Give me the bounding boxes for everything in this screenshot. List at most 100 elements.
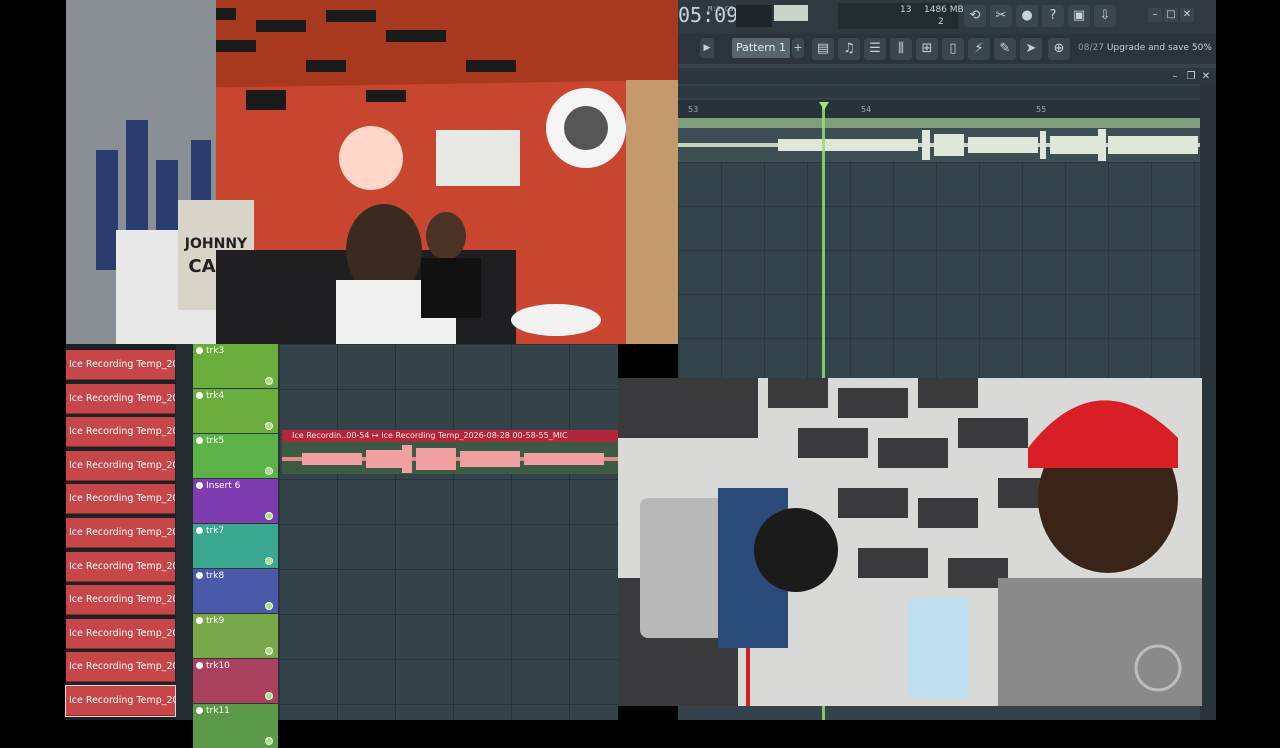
channel-button[interactable]: Ice Recording Temp_202... xyxy=(65,685,176,717)
track-name: trk8 xyxy=(196,571,224,581)
browser-icon[interactable]: ⊞ xyxy=(916,38,938,60)
track-header[interactable]: trk5 xyxy=(193,434,278,478)
track-label: trk9 xyxy=(206,616,225,626)
bar-number: 55 xyxy=(1036,105,1047,114)
track-header[interactable]: trk9 xyxy=(193,614,278,658)
playlist-minimize-icon[interactable]: – xyxy=(1168,70,1182,84)
playlist-close-icon[interactable]: ✕ xyxy=(1199,70,1213,84)
track-enable-icon[interactable] xyxy=(196,437,203,444)
track-name: trk3 xyxy=(196,346,224,356)
track-label: trk4 xyxy=(206,391,225,401)
pattern-selector[interactable]: Pattern 1 xyxy=(732,38,790,58)
track-led-icon[interactable] xyxy=(265,602,273,610)
playlist-icon[interactable]: ▤ xyxy=(812,38,834,60)
track-led-icon[interactable] xyxy=(265,377,273,385)
brush-icon[interactable]: ✎ xyxy=(994,38,1016,60)
mixer-icon[interactable]: ⫼ xyxy=(890,38,912,60)
track-header[interactable]: trk4 xyxy=(193,389,278,433)
track-label: trk7 xyxy=(206,526,225,536)
save-icon[interactable]: ▣ xyxy=(1068,5,1090,27)
bar-number: 54 xyxy=(861,105,872,114)
playlist-grid[interactable] xyxy=(678,162,1200,378)
playlist-waveform xyxy=(678,129,1200,161)
channel-button[interactable]: Ice Recording Temp_202... xyxy=(66,484,175,515)
channel-button[interactable]: Ice Recording Temp_202... xyxy=(66,450,175,481)
arrow-icon[interactable]: ➤ xyxy=(1020,38,1042,60)
panel-divider xyxy=(176,344,193,720)
track-led-icon[interactable] xyxy=(265,692,273,700)
channel-button[interactable]: Ice Recording Temp_202... xyxy=(66,618,175,649)
track-label: trk10 xyxy=(206,661,230,671)
channel-button[interactable]: Ice Recording Temp_202... xyxy=(66,518,175,548)
vocal-booth-scene-image xyxy=(618,378,1202,706)
playlist-restore-icon[interactable]: ❐ xyxy=(1184,70,1198,84)
studio-scene-image: JOHNNY CASH xyxy=(66,0,678,344)
hint-date: 08/27 xyxy=(1078,43,1104,53)
channel-button[interactable]: Ice Recording Temp_202... xyxy=(66,417,175,448)
help-icon[interactable]: ? xyxy=(1042,5,1064,27)
track-enable-icon[interactable] xyxy=(196,572,203,579)
channel-button[interactable]: Ice Recording Temp_202... xyxy=(66,551,175,582)
undo-icon[interactable]: ⟲ xyxy=(964,5,986,27)
track-label: trk11 xyxy=(206,706,230,716)
track-name: Insert 6 xyxy=(196,481,240,491)
track-name: trk11 xyxy=(196,706,230,716)
playlist-timeline[interactable] xyxy=(678,100,1200,118)
memory-usage: 1486 MB xyxy=(924,5,964,15)
cart-icon[interactable]: ⊕ xyxy=(1048,38,1070,60)
track-header[interactable]: Insert 6 xyxy=(193,479,278,523)
track-header[interactable]: trk11 xyxy=(193,704,278,748)
track-led-icon[interactable] xyxy=(265,422,273,430)
cut-icon[interactable]: ✂ xyxy=(990,5,1012,27)
upgrade-hint[interactable]: 08/27 Upgrade and save 50% xyxy=(1078,43,1212,53)
render-icon[interactable]: ⇩ xyxy=(1094,5,1116,27)
track-led-icon[interactable] xyxy=(265,557,273,565)
cpu-meter: 13 1486 MB 2 xyxy=(838,3,964,29)
minimize-icon[interactable]: – xyxy=(1148,8,1162,22)
song-position-clock[interactable]: 05:09 M:S:CS xyxy=(678,3,738,27)
track-label: trk5 xyxy=(206,436,225,446)
channel-button[interactable]: Ice Recording Temp_202... xyxy=(66,652,175,683)
audio-clip-label[interactable]: Ice Recordin..00-54 ↦ Ice Recording Temp… xyxy=(282,430,618,442)
track-enable-icon[interactable] xyxy=(196,392,203,399)
track-enable-icon[interactable] xyxy=(196,527,203,534)
track-grid[interactable] xyxy=(279,344,618,720)
add-pattern-icon[interactable]: + xyxy=(792,38,804,58)
track-name: trk10 xyxy=(196,661,230,671)
track-name: trk5 xyxy=(196,436,224,446)
plugin-icon[interactable]: ▯ xyxy=(942,38,964,60)
maximize-icon[interactable]: □ xyxy=(1164,8,1178,22)
bar-number: 53 xyxy=(688,105,699,114)
track-enable-icon[interactable] xyxy=(196,662,203,669)
track-header[interactable]: trk8 xyxy=(193,569,278,613)
channel-button[interactable]: Ice Recording Temp_202... xyxy=(66,585,175,616)
channel-button[interactable]: Ice Recording Temp_202... xyxy=(66,383,175,414)
master-volume-slider[interactable] xyxy=(774,5,808,21)
track-header[interactable]: trk7 xyxy=(193,524,278,568)
track-header[interactable]: trk3 xyxy=(193,344,278,388)
playlist-vertical-scrollbar[interactable] xyxy=(1200,84,1216,720)
track-led-icon[interactable] xyxy=(265,647,273,655)
playlist-overview-scroll[interactable] xyxy=(678,86,1200,98)
plug-icon[interactable]: ⚡ xyxy=(968,38,990,60)
clip-waveform xyxy=(282,445,618,473)
track-enable-icon[interactable] xyxy=(196,347,203,354)
playhead-marker[interactable] xyxy=(819,102,829,110)
track-enable-icon[interactable] xyxy=(196,707,203,714)
channel-button[interactable]: Ice Recording Temp_202... xyxy=(66,350,175,380)
mic-icon[interactable]: ● xyxy=(1016,5,1038,27)
track-led-icon[interactable] xyxy=(265,737,273,745)
track-header[interactable]: trk10 xyxy=(193,659,278,703)
piano-roll-icon[interactable]: ♫ xyxy=(838,38,860,60)
track-led-icon[interactable] xyxy=(265,512,273,520)
play-pattern-icon[interactable]: ▶ xyxy=(700,38,714,58)
track-enable-icon[interactable] xyxy=(196,482,203,489)
track-enable-icon[interactable] xyxy=(196,617,203,624)
track-name: trk7 xyxy=(196,526,224,536)
cpu-value: 13 xyxy=(900,5,912,15)
track-label: trk3 xyxy=(206,346,225,356)
channel-rack-icon[interactable]: ☰ xyxy=(864,38,886,60)
playlist-audio-clip-header[interactable] xyxy=(678,118,1200,128)
track-led-icon[interactable] xyxy=(265,467,273,475)
close-icon[interactable]: ✕ xyxy=(1180,8,1194,22)
